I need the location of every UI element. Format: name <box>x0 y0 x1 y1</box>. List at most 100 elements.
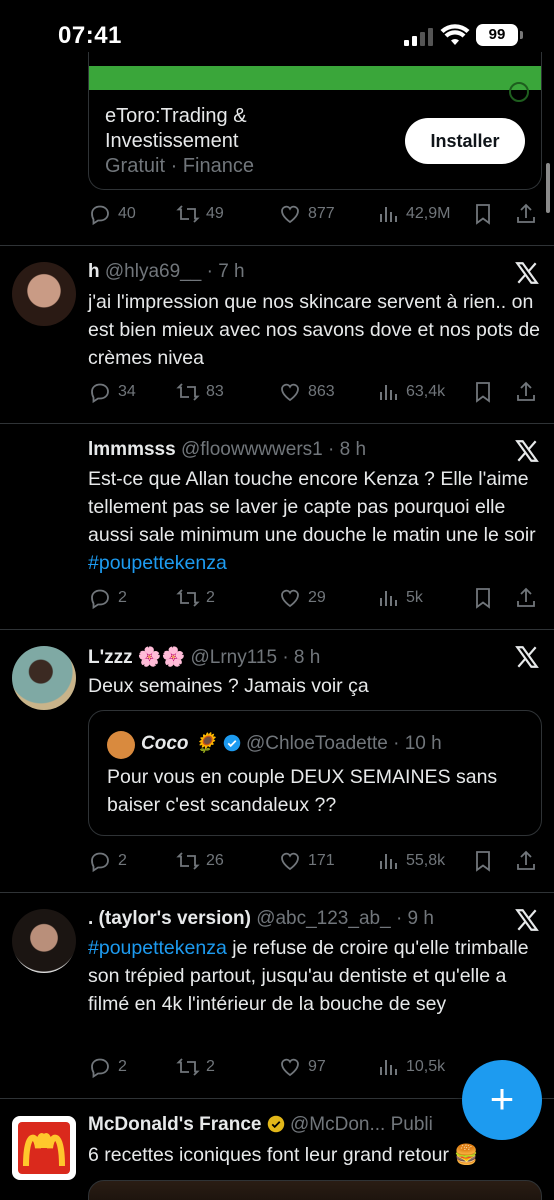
tweet-header: McDonald's France @McDon... Publi <box>88 1114 433 1136</box>
views-count: 55,8k <box>406 852 446 869</box>
author-handle[interactable]: @McDon... <box>290 1114 385 1135</box>
like-count: 171 <box>308 852 335 869</box>
divider <box>0 245 554 246</box>
reply-button[interactable]: 2 <box>88 848 127 874</box>
quoted-author-handle: @ChloeToadette <box>246 733 388 754</box>
hashtag-link[interactable]: #poupettekenza <box>88 937 227 959</box>
quoted-avatar[interactable] <box>107 731 135 759</box>
golden-arches-icon <box>23 1133 65 1167</box>
repost-icon <box>176 589 200 607</box>
tweet-time: · 8 h <box>282 647 321 668</box>
views-button[interactable]: 63,4k <box>376 379 445 405</box>
compose-button[interactable]: + <box>462 1060 542 1140</box>
media-card[interactable] <box>88 1180 542 1200</box>
reply-button[interactable]: 40 <box>88 201 136 227</box>
avatar[interactable] <box>12 646 76 710</box>
tweet-time: · 8 h <box>328 439 367 460</box>
author-handle[interactable]: @floowwwwers1 <box>181 439 323 460</box>
repost-button[interactable]: 49 <box>176 201 224 227</box>
share-icon <box>517 850 535 870</box>
hashtag-link[interactable]: #poupettekenza <box>88 552 227 574</box>
ad-title-line1: eToro:Trading & <box>105 105 247 127</box>
like-button[interactable]: 29 <box>278 585 326 611</box>
divider <box>0 629 554 630</box>
repost-button[interactable]: 2 <box>176 585 215 611</box>
bookmark-button[interactable] <box>471 585 501 611</box>
ad-title: eToro:Trading & Investissement <box>105 104 247 154</box>
repost-count: 83 <box>206 383 224 400</box>
repost-count: 26 <box>206 852 224 869</box>
reply-button[interactable]: 34 <box>88 379 136 405</box>
author-name[interactable]: h <box>88 261 100 282</box>
views-icon <box>380 207 397 222</box>
reply-count: 2 <box>118 852 127 869</box>
scrollbar-thumb[interactable] <box>546 163 550 213</box>
views-button[interactable]: 42,9M <box>376 201 450 227</box>
repost-icon <box>176 205 200 223</box>
reply-button[interactable]: 2 <box>88 1054 127 1080</box>
views-count: 63,4k <box>406 383 446 400</box>
bookmark-button[interactable] <box>471 379 501 405</box>
share-button[interactable] <box>514 848 544 874</box>
verified-badge-icon <box>223 734 240 752</box>
author-handle[interactable]: @hlya69__ <box>105 261 201 282</box>
avatar[interactable] <box>12 262 76 326</box>
bookmark-button[interactable] <box>471 848 501 874</box>
like-button[interactable]: 863 <box>278 379 335 405</box>
share-button[interactable] <box>514 379 544 405</box>
ad-play-icon <box>509 82 529 102</box>
divider <box>0 423 554 424</box>
share-icon <box>517 381 535 401</box>
author-name[interactable]: lmmmsss <box>88 439 176 460</box>
reply-icon <box>91 852 109 873</box>
reply-icon <box>91 589 109 610</box>
avatar[interactable] <box>12 1116 76 1180</box>
share-button[interactable] <box>514 585 544 611</box>
ad-image[interactable] <box>89 66 541 102</box>
x-logo-icon <box>515 262 539 284</box>
tweet-time: · 9 h <box>395 908 434 929</box>
tweet-header: . (taylor's version) @abc_123_ab_ · 9 h <box>88 908 434 930</box>
views-button[interactable]: 5k <box>376 585 423 611</box>
reply-button[interactable]: 2 <box>88 585 127 611</box>
share-button[interactable] <box>514 201 544 227</box>
author-handle[interactable]: @Lrny115 <box>191 647 278 668</box>
repost-icon <box>176 852 200 870</box>
install-button[interactable]: Installer <box>405 118 525 164</box>
x-logo-icon <box>515 909 539 931</box>
tweet-header: h @hlya69__ · 7 h <box>88 261 245 283</box>
quoted-tweet[interactable]: Coco 🌻 @ChloeToadette · 10 h Pour vous e… <box>88 710 542 836</box>
author-handle[interactable]: @abc_123_ab_ <box>256 908 390 929</box>
tweet-time: · 7 h <box>206 261 245 282</box>
like-button[interactable]: 877 <box>278 201 335 227</box>
bookmark-button[interactable] <box>471 201 501 227</box>
author-name[interactable]: . (taylor's version) <box>88 908 251 929</box>
tweet-header: lmmmsss @floowwwwers1 · 8 h <box>88 439 366 461</box>
x-logo-icon <box>515 440 539 462</box>
views-button[interactable]: 55,8k <box>376 848 445 874</box>
views-button[interactable]: 10,5k <box>376 1054 445 1080</box>
views-icon <box>380 591 397 606</box>
views-icon <box>380 1060 397 1075</box>
reply-icon <box>91 1058 109 1079</box>
heart-icon <box>281 383 299 402</box>
tweet-actions: 34 83 863 63,4k <box>88 379 542 405</box>
repost-button[interactable]: 26 <box>176 848 224 874</box>
author-name[interactable]: L'zzz 🌸🌸 <box>88 647 185 668</box>
repost-button[interactable]: 2 <box>176 1054 215 1080</box>
like-button[interactable]: 97 <box>278 1054 326 1080</box>
repost-button[interactable]: 83 <box>176 379 224 405</box>
like-button[interactable]: 171 <box>278 848 335 874</box>
quoted-author-name: Coco 🌻 <box>141 733 218 754</box>
reply-count: 34 <box>118 383 136 400</box>
promoted-label: Publi <box>390 1114 433 1135</box>
tweet-text: 6 recettes iconiques font leur grand ret… <box>88 1144 479 1166</box>
bookmark-icon <box>476 851 490 872</box>
wifi-icon <box>440 24 470 45</box>
tweet-actions: 2 2 29 5k <box>88 585 542 611</box>
author-name[interactable]: McDonald's France <box>88 1114 261 1135</box>
avatar[interactable] <box>12 909 76 973</box>
status-time: 07:41 <box>58 22 122 49</box>
tweet-text: #poupettekenza je refuse de croire qu'el… <box>88 934 543 1018</box>
reply-count: 2 <box>118 1058 127 1075</box>
